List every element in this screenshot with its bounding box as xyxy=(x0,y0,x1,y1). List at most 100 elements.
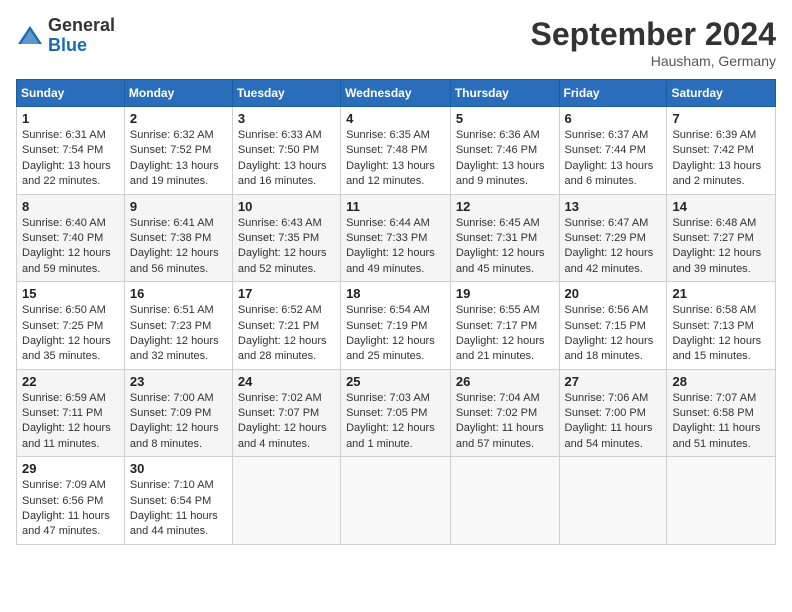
page-header: General Blue September 2024 Hausham, Ger… xyxy=(16,16,776,69)
calendar-cell: 23 Sunrise: 7:00 AMSunset: 7:09 PMDaylig… xyxy=(124,369,232,457)
calendar-cell: 5 Sunrise: 6:36 AMSunset: 7:46 PMDayligh… xyxy=(450,107,559,195)
calendar-cell: 25 Sunrise: 7:03 AMSunset: 7:05 PMDaylig… xyxy=(341,369,451,457)
calendar-cell: 13 Sunrise: 6:47 AMSunset: 7:29 PMDaylig… xyxy=(559,194,667,282)
logo-icon xyxy=(16,22,44,50)
calendar-cell: 9 Sunrise: 6:41 AMSunset: 7:38 PMDayligh… xyxy=(124,194,232,282)
day-detail: Sunrise: 6:45 AMSunset: 7:31 PMDaylight:… xyxy=(456,216,554,278)
day-detail: Sunrise: 6:58 AMSunset: 7:13 PMDaylight:… xyxy=(672,303,770,365)
day-detail: Sunrise: 6:48 AMSunset: 7:27 PMDaylight:… xyxy=(672,216,770,278)
calendar-cell xyxy=(559,457,667,545)
day-detail: Sunrise: 6:39 AMSunset: 7:42 PMDaylight:… xyxy=(672,128,770,190)
day-detail: Sunrise: 6:51 AMSunset: 7:23 PMDaylight:… xyxy=(130,303,227,365)
calendar-cell: 11 Sunrise: 6:44 AMSunset: 7:33 PMDaylig… xyxy=(341,194,451,282)
day-number: 7 xyxy=(672,111,770,126)
day-detail: Sunrise: 7:02 AMSunset: 7:07 PMDaylight:… xyxy=(238,391,335,453)
day-number: 24 xyxy=(238,374,335,389)
day-number: 14 xyxy=(672,199,770,214)
day-detail: Sunrise: 6:44 AMSunset: 7:33 PMDaylight:… xyxy=(346,216,445,278)
day-number: 16 xyxy=(130,286,227,301)
calendar-cell xyxy=(667,457,776,545)
calendar-cell: 6 Sunrise: 6:37 AMSunset: 7:44 PMDayligh… xyxy=(559,107,667,195)
day-number: 22 xyxy=(22,374,119,389)
day-number: 21 xyxy=(672,286,770,301)
calendar-cell: 1 Sunrise: 6:31 AMSunset: 7:54 PMDayligh… xyxy=(17,107,125,195)
day-number: 3 xyxy=(238,111,335,126)
day-detail: Sunrise: 6:50 AMSunset: 7:25 PMDaylight:… xyxy=(22,303,119,365)
location: Hausham, Germany xyxy=(531,53,776,69)
calendar-cell: 7 Sunrise: 6:39 AMSunset: 7:42 PMDayligh… xyxy=(667,107,776,195)
day-detail: Sunrise: 7:07 AMSunset: 6:58 PMDaylight:… xyxy=(672,391,770,453)
day-number: 9 xyxy=(130,199,227,214)
day-detail: Sunrise: 7:00 AMSunset: 7:09 PMDaylight:… xyxy=(130,391,227,453)
calendar-week-row: 29 Sunrise: 7:09 AMSunset: 6:56 PMDaylig… xyxy=(17,457,776,545)
day-number: 20 xyxy=(565,286,662,301)
day-detail: Sunrise: 6:47 AMSunset: 7:29 PMDaylight:… xyxy=(565,216,662,278)
logo-general-text: General xyxy=(48,15,115,35)
calendar-week-row: 22 Sunrise: 6:59 AMSunset: 7:11 PMDaylig… xyxy=(17,369,776,457)
day-detail: Sunrise: 6:32 AMSunset: 7:52 PMDaylight:… xyxy=(130,128,227,190)
calendar-cell: 18 Sunrise: 6:54 AMSunset: 7:19 PMDaylig… xyxy=(341,282,451,370)
calendar-cell: 19 Sunrise: 6:55 AMSunset: 7:17 PMDaylig… xyxy=(450,282,559,370)
day-detail: Sunrise: 7:06 AMSunset: 7:00 PMDaylight:… xyxy=(565,391,662,453)
day-number: 15 xyxy=(22,286,119,301)
day-detail: Sunrise: 6:35 AMSunset: 7:48 PMDaylight:… xyxy=(346,128,445,190)
day-detail: Sunrise: 6:56 AMSunset: 7:15 PMDaylight:… xyxy=(565,303,662,365)
day-number: 18 xyxy=(346,286,445,301)
calendar-cell: 4 Sunrise: 6:35 AMSunset: 7:48 PMDayligh… xyxy=(341,107,451,195)
day-number: 13 xyxy=(565,199,662,214)
calendar-table: SundayMondayTuesdayWednesdayThursdayFrid… xyxy=(16,79,776,545)
calendar-cell xyxy=(450,457,559,545)
day-number: 8 xyxy=(22,199,119,214)
day-detail: Sunrise: 6:59 AMSunset: 7:11 PMDaylight:… xyxy=(22,391,119,453)
day-number: 11 xyxy=(346,199,445,214)
calendar-cell: 2 Sunrise: 6:32 AMSunset: 7:52 PMDayligh… xyxy=(124,107,232,195)
day-detail: Sunrise: 7:04 AMSunset: 7:02 PMDaylight:… xyxy=(456,391,554,453)
day-detail: Sunrise: 6:52 AMSunset: 7:21 PMDaylight:… xyxy=(238,303,335,365)
calendar-cell: 27 Sunrise: 7:06 AMSunset: 7:00 PMDaylig… xyxy=(559,369,667,457)
weekday-header-thursday: Thursday xyxy=(450,80,559,107)
calendar-cell: 29 Sunrise: 7:09 AMSunset: 6:56 PMDaylig… xyxy=(17,457,125,545)
calendar-cell: 14 Sunrise: 6:48 AMSunset: 7:27 PMDaylig… xyxy=(667,194,776,282)
day-detail: Sunrise: 6:37 AMSunset: 7:44 PMDaylight:… xyxy=(565,128,662,190)
day-number: 26 xyxy=(456,374,554,389)
day-number: 17 xyxy=(238,286,335,301)
calendar-cell: 3 Sunrise: 6:33 AMSunset: 7:50 PMDayligh… xyxy=(232,107,340,195)
day-detail: Sunrise: 6:41 AMSunset: 7:38 PMDaylight:… xyxy=(130,216,227,278)
day-detail: Sunrise: 6:54 AMSunset: 7:19 PMDaylight:… xyxy=(346,303,445,365)
day-number: 1 xyxy=(22,111,119,126)
calendar-cell: 15 Sunrise: 6:50 AMSunset: 7:25 PMDaylig… xyxy=(17,282,125,370)
calendar-cell: 12 Sunrise: 6:45 AMSunset: 7:31 PMDaylig… xyxy=(450,194,559,282)
day-number: 29 xyxy=(22,461,119,476)
day-number: 25 xyxy=(346,374,445,389)
day-detail: Sunrise: 7:10 AMSunset: 6:54 PMDaylight:… xyxy=(130,478,227,540)
calendar-week-row: 15 Sunrise: 6:50 AMSunset: 7:25 PMDaylig… xyxy=(17,282,776,370)
day-number: 10 xyxy=(238,199,335,214)
day-number: 4 xyxy=(346,111,445,126)
day-detail: Sunrise: 6:33 AMSunset: 7:50 PMDaylight:… xyxy=(238,128,335,190)
weekday-header-monday: Monday xyxy=(124,80,232,107)
calendar-week-row: 1 Sunrise: 6:31 AMSunset: 7:54 PMDayligh… xyxy=(17,107,776,195)
day-detail: Sunrise: 6:31 AMSunset: 7:54 PMDaylight:… xyxy=(22,128,119,190)
day-detail: Sunrise: 7:09 AMSunset: 6:56 PMDaylight:… xyxy=(22,478,119,540)
day-detail: Sunrise: 6:43 AMSunset: 7:35 PMDaylight:… xyxy=(238,216,335,278)
day-number: 12 xyxy=(456,199,554,214)
calendar-cell: 20 Sunrise: 6:56 AMSunset: 7:15 PMDaylig… xyxy=(559,282,667,370)
day-number: 6 xyxy=(565,111,662,126)
day-number: 23 xyxy=(130,374,227,389)
weekday-header-saturday: Saturday xyxy=(667,80,776,107)
weekday-header-tuesday: Tuesday xyxy=(232,80,340,107)
calendar-week-row: 8 Sunrise: 6:40 AMSunset: 7:40 PMDayligh… xyxy=(17,194,776,282)
day-detail: Sunrise: 6:55 AMSunset: 7:17 PMDaylight:… xyxy=(456,303,554,365)
calendar-cell xyxy=(341,457,451,545)
day-number: 19 xyxy=(456,286,554,301)
logo: General Blue xyxy=(16,16,115,56)
logo-blue-text: Blue xyxy=(48,35,87,55)
calendar-cell: 30 Sunrise: 7:10 AMSunset: 6:54 PMDaylig… xyxy=(124,457,232,545)
month-title: September 2024 xyxy=(531,16,776,53)
day-detail: Sunrise: 6:36 AMSunset: 7:46 PMDaylight:… xyxy=(456,128,554,190)
weekday-header-wednesday: Wednesday xyxy=(341,80,451,107)
day-detail: Sunrise: 7:03 AMSunset: 7:05 PMDaylight:… xyxy=(346,391,445,453)
calendar-cell: 8 Sunrise: 6:40 AMSunset: 7:40 PMDayligh… xyxy=(17,194,125,282)
calendar-cell: 17 Sunrise: 6:52 AMSunset: 7:21 PMDaylig… xyxy=(232,282,340,370)
day-number: 28 xyxy=(672,374,770,389)
